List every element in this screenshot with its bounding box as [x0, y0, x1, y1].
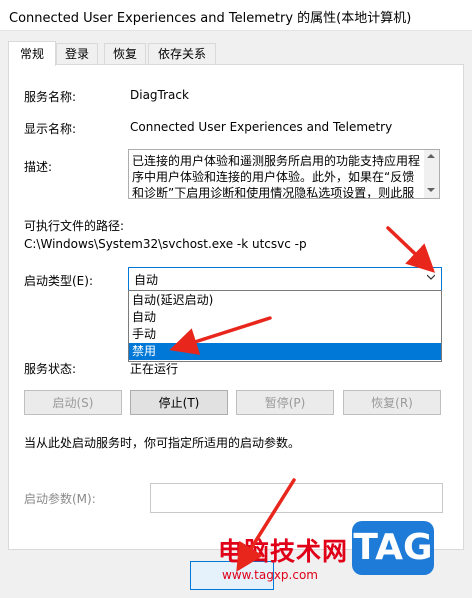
- service-name-value: DiagTrack: [130, 88, 189, 102]
- tab-dependencies[interactable]: 依存关系: [148, 43, 216, 65]
- startup-type-select[interactable]: 自动: [128, 267, 442, 291]
- start-params-hint: 当从此处启动服务时，你可指定所适用的启动参数。: [24, 436, 301, 450]
- start-button[interactable]: 启动(S): [24, 390, 122, 415]
- title-bar: Connected User Experiences and Telemetry…: [0, 0, 472, 31]
- watermark-url: www.tagxp.com: [222, 568, 318, 582]
- startup-option-auto[interactable]: 自动: [129, 309, 441, 326]
- tab-general[interactable]: 常规: [8, 41, 56, 66]
- description-text: 已连接的用户体验和遥测服务所启用的功能支持应用程序中用户体验和连接的用户体验。此…: [132, 154, 421, 199]
- description-box[interactable]: 已连接的用户体验和遥测服务所启用的功能支持应用程序中用户体验和连接的用户体验。此…: [128, 149, 440, 199]
- exe-path-value: C:\Windows\System32\svchost.exe -k utcsv…: [24, 237, 307, 251]
- service-status-value: 正在运行: [130, 362, 179, 376]
- scroll-up-icon[interactable]: [427, 154, 435, 158]
- start-params-input[interactable]: [150, 483, 443, 513]
- start-params-label: 启动参数(M):: [24, 492, 96, 506]
- service-status-label: 服务状态:: [24, 362, 77, 376]
- tab-logon[interactable]: 登录: [56, 43, 98, 65]
- startup-option-disabled[interactable]: 禁用: [129, 343, 441, 360]
- startup-option-manual[interactable]: 手动: [129, 326, 441, 343]
- service-name-label: 服务名称:: [24, 90, 77, 104]
- startup-type-selected: 自动: [134, 273, 159, 287]
- tab-recovery[interactable]: 恢复: [104, 43, 146, 65]
- window-title: Connected User Experiences and Telemetry…: [9, 11, 412, 26]
- chevron-down-icon[interactable]: [427, 273, 435, 281]
- tag-logo: TAG: [352, 521, 434, 575]
- startup-type-dropdown: 自动(延迟启动) 自动 手动 禁用: [128, 290, 442, 362]
- scroll-down-icon[interactable]: [427, 188, 435, 192]
- pause-button[interactable]: 暂停(P): [236, 390, 334, 415]
- watermark-text: 电脑技术网: [218, 537, 349, 566]
- tab-strip: 常规 登录 恢复 依存关系: [8, 41, 464, 66]
- display-name-label: 显示名称:: [24, 122, 77, 136]
- description-label: 描述:: [24, 160, 53, 174]
- startup-type-label: 启动类型(E):: [24, 274, 93, 288]
- stop-button[interactable]: 停止(T): [130, 390, 228, 415]
- startup-option-auto-delayed[interactable]: 自动(延迟启动): [129, 292, 441, 309]
- display-name-value: Connected User Experiences and Telemetry: [130, 120, 393, 134]
- exe-path-label: 可执行文件的路径:: [24, 219, 125, 233]
- description-scrollbar[interactable]: [424, 150, 439, 198]
- resume-button[interactable]: 恢复(R): [343, 390, 441, 415]
